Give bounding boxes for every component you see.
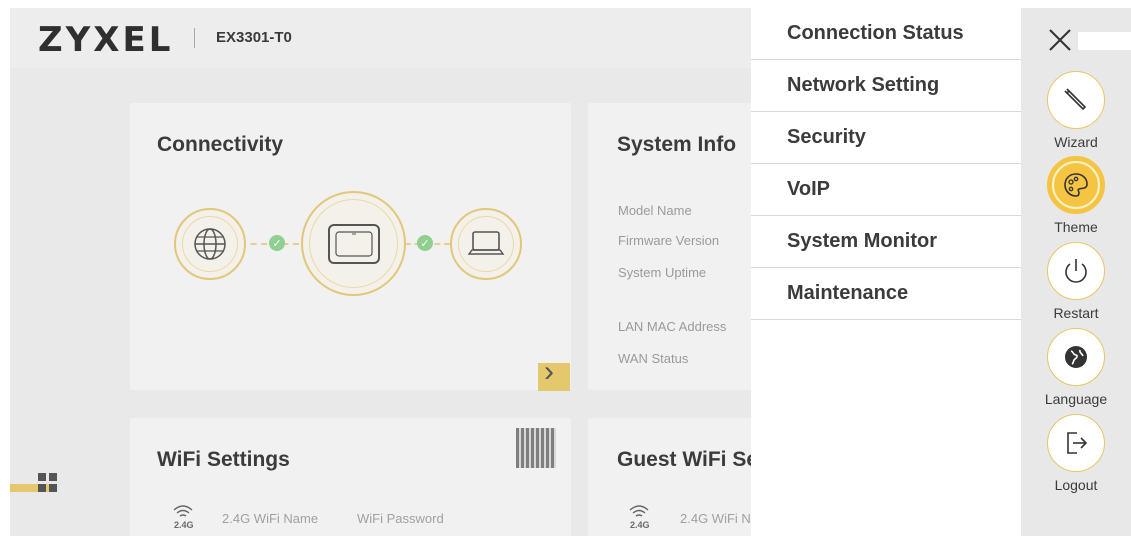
- layout-grid-icon[interactable]: [38, 473, 57, 492]
- close-tab-strip: [1078, 32, 1131, 50]
- menu-item-network-setting[interactable]: Network Setting: [751, 60, 1021, 112]
- band-label: 2.4G: [630, 520, 650, 530]
- power-icon: [1065, 259, 1087, 283]
- guest-wifi-name-label: 2.4G WiFi N: [680, 511, 751, 526]
- logout-icon: [1067, 432, 1088, 454]
- close-menu-button[interactable]: [1040, 20, 1080, 60]
- connectivity-title: Connectivity: [157, 133, 284, 156]
- next-page-button[interactable]: ›: [538, 355, 570, 391]
- connected-check-icon: ✓: [269, 235, 285, 251]
- internet-node: [174, 208, 246, 280]
- menu-item-security[interactable]: Security: [751, 112, 1021, 164]
- globe-icon: [194, 228, 226, 260]
- menu-item-voip[interactable]: VoIP: [751, 164, 1021, 216]
- globe-icon: [1065, 346, 1087, 368]
- wifi-name-label: 2.4G WiFi Name: [222, 511, 319, 526]
- band-label: 2.4G: [174, 520, 194, 530]
- restart-label: Restart: [1053, 305, 1099, 321]
- zyxel-logo: ZYXEL: [38, 20, 174, 60]
- system-info-title: System Info: [617, 133, 737, 156]
- menu-item-system-monitor[interactable]: System Monitor: [751, 216, 1021, 268]
- theme-button[interactable]: [1047, 156, 1105, 214]
- model-name: EX3301-T0: [216, 29, 292, 46]
- logo-divider: [194, 28, 195, 48]
- model-name-label: Model Name: [618, 203, 692, 218]
- connectivity-card[interactable]: Connectivity ✓ ✓: [130, 103, 571, 390]
- menu-item-connection-status[interactable]: Connection Status: [751, 8, 1021, 60]
- wifi-settings-title: WiFi Settings: [157, 448, 290, 471]
- menu-item-maintenance[interactable]: Maintenance: [751, 268, 1021, 320]
- wifi-password-label: WiFi Password: [357, 511, 444, 526]
- restart-button[interactable]: [1047, 242, 1105, 300]
- logout-label: Logout: [1054, 477, 1098, 493]
- router-icon: [327, 223, 380, 264]
- wifi-icon: [173, 505, 193, 517]
- wifi-settings-card[interactable]: WiFi Settings 2.4G 2.4G WiFi Name WiFi P…: [130, 418, 571, 536]
- laptop-icon: [467, 231, 505, 255]
- firmware-version-label: Firmware Version: [618, 233, 720, 248]
- wan-status-label: WAN Status: [618, 351, 689, 366]
- active-ring: [1052, 161, 1100, 209]
- wifi-icon: [629, 505, 649, 517]
- qr-code-icon[interactable]: [516, 428, 556, 468]
- device-node: [450, 208, 522, 280]
- main-menu-panel: Connection Status Network Setting Securi…: [751, 8, 1021, 536]
- language-button[interactable]: [1047, 328, 1105, 386]
- logout-button[interactable]: [1047, 414, 1105, 472]
- connected-check-icon: ✓: [417, 235, 433, 251]
- chevron-right-icon: ›: [544, 355, 554, 388]
- language-label: Language: [1044, 391, 1108, 407]
- theme-label: Theme: [1054, 219, 1098, 235]
- magic-wand-icon: [1064, 88, 1087, 111]
- lan-mac-label: LAN MAC Address: [618, 319, 727, 334]
- wizard-button[interactable]: [1047, 71, 1105, 129]
- guest-wifi-title: Guest WiFi Se: [617, 448, 759, 471]
- close-icon: [1049, 29, 1071, 51]
- wizard-label: Wizard: [1054, 134, 1098, 150]
- system-uptime-label: System Uptime: [618, 265, 707, 280]
- router-node: [301, 191, 406, 296]
